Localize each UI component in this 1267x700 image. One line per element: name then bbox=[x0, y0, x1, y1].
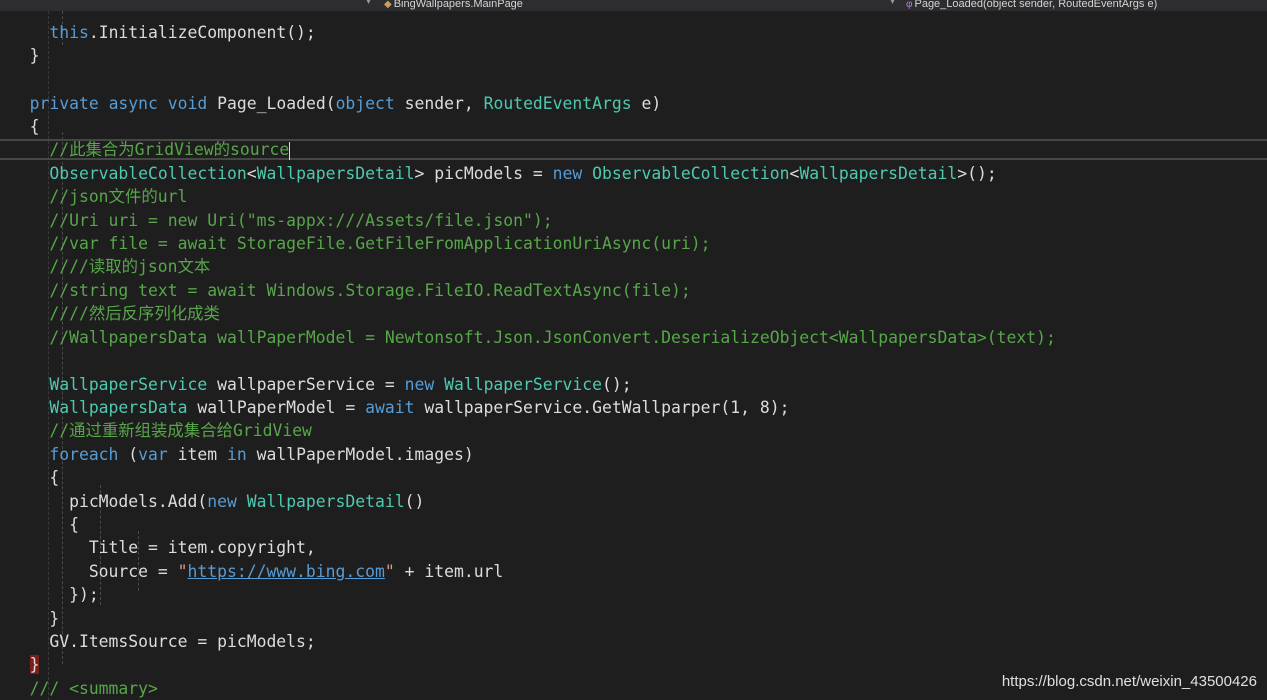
code-line: } bbox=[49, 609, 60, 628]
chevron-down-icon[interactable]: ▾ bbox=[890, 0, 895, 7]
code-line: { bbox=[49, 468, 60, 487]
code-line: }); bbox=[69, 585, 99, 604]
code-line: WallpapersData wallPaperModel = await wa… bbox=[49, 398, 790, 417]
class-icon: ◆ bbox=[384, 0, 392, 10]
watermark: https://blog.csdn.net/weixin_43500426 bbox=[1001, 673, 1257, 690]
navigation-bar: ▾ ◆ BingWallpapers.MainPage ▾ φ Page_Loade… bbox=[0, 0, 1267, 11]
code-line: Title = item.copyright, bbox=[88, 538, 316, 557]
code-line: //json文件的url bbox=[49, 187, 188, 206]
code-line: Source = "https://www.bing.com" + item.u… bbox=[88, 562, 504, 581]
code-line: picModels.Add(new WallpapersDetail() bbox=[69, 492, 425, 511]
code-line: //WallpapersData wallPaperModel = Newton… bbox=[49, 328, 1056, 347]
url-link[interactable]: https://www.bing.com bbox=[188, 562, 385, 581]
class-dropdown[interactable]: ◆ BingWallpapers.MainPage bbox=[384, 0, 523, 11]
code-line: { bbox=[69, 515, 79, 534]
code-line: GV.ItemsSource = picModels; bbox=[49, 632, 316, 651]
code-line: } bbox=[29, 46, 40, 65]
code-line: ////读取的json文本 bbox=[49, 257, 211, 276]
text-caret bbox=[289, 141, 291, 160]
code-line: //此集合为GridView的source bbox=[49, 140, 291, 160]
member-dropdown[interactable]: φ Page_Loaded(object sender, RoutedEventA… bbox=[906, 0, 1157, 11]
code-line: //Uri uri = new Uri("ms-appx:///Assets/f… bbox=[49, 211, 553, 230]
method-icon: φ bbox=[906, 0, 913, 10]
matched-brace: } bbox=[29, 655, 40, 674]
code-line: foreach (var item in wallPaperModel.imag… bbox=[49, 445, 474, 464]
code-line: ObservableCollection<WallpapersDetail> p… bbox=[49, 164, 997, 183]
chevron-down-icon[interactable]: ▾ bbox=[366, 0, 371, 7]
code-line: //string text = await Windows.Storage.Fi… bbox=[49, 281, 691, 300]
code-line: this.InitializeComponent(); bbox=[49, 23, 316, 42]
code-line: ////然后反序列化成类 bbox=[49, 304, 220, 323]
code-line: { bbox=[29, 117, 40, 136]
code-line: //通过重新组装成集合给GridView bbox=[49, 421, 312, 440]
code-line: WallpaperService wallpaperService = new … bbox=[49, 375, 632, 394]
code-line: //var file = await StorageFile.GetFileFr… bbox=[49, 234, 711, 253]
code-line: private async void Page_Loaded(object se… bbox=[29, 94, 662, 113]
code-editor[interactable]: this.InitializeComponent(); } private as… bbox=[0, 11, 1267, 700]
